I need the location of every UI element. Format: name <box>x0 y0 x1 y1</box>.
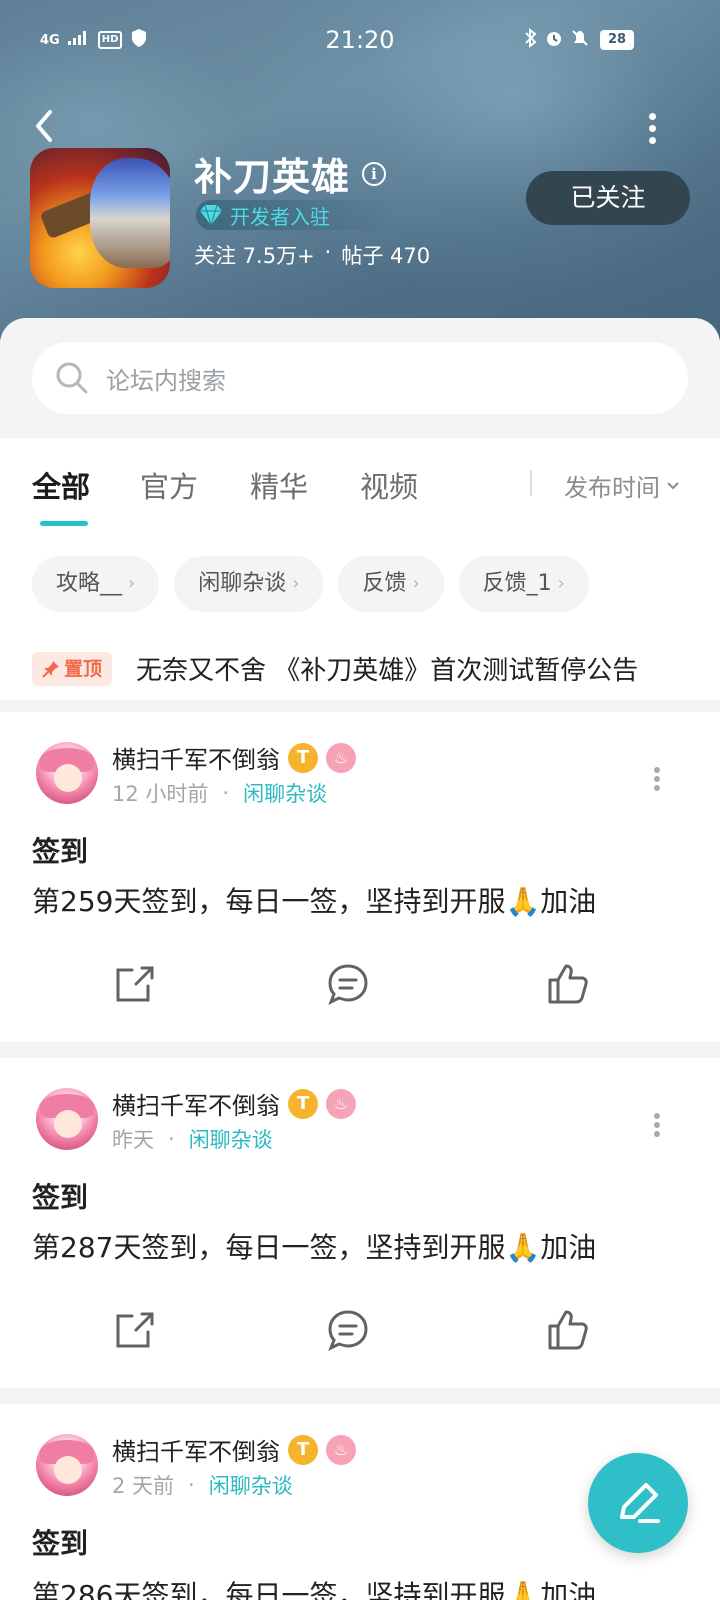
back-button[interactable] <box>28 106 62 146</box>
tab-all[interactable]: 全部 <box>32 464 90 506</box>
stats-separator: · <box>324 240 332 264</box>
compose-post-button[interactable] <box>588 1453 688 1553</box>
mute-bell-icon <box>570 28 590 53</box>
post-actions <box>0 962 720 1012</box>
level-badge-icon: T <box>288 1088 318 1119</box>
battery-level: 28 <box>600 30 634 50</box>
comment-icon <box>328 964 368 1006</box>
back-arrow-icon <box>36 110 52 142</box>
search-placeholder: 论坛内搜索 <box>106 366 226 395</box>
avatar[interactable] <box>36 742 98 804</box>
post-title: 签到 <box>32 1527 89 1560</box>
forum-title: 补刀英雄 <box>194 155 351 199</box>
bluetooth-icon <box>524 27 538 53</box>
pinned-badge-label: 置顶 <box>64 657 103 680</box>
chip-label: 反馈 <box>362 571 407 596</box>
meta-separator: · <box>168 1127 175 1151</box>
share-button[interactable] <box>112 962 156 1006</box>
post-title: 签到 <box>32 835 89 868</box>
developer-badge[interactable]: 开发者入驻 <box>196 200 396 230</box>
chevron-down-icon <box>667 481 679 489</box>
like-button[interactable] <box>546 962 590 1006</box>
avatar[interactable] <box>36 1088 98 1150</box>
tab-video[interactable]: 视频 <box>360 464 418 506</box>
post-more-button[interactable] <box>652 764 662 794</box>
divider <box>530 470 532 496</box>
chip-feedback-1[interactable]: 反馈_1 › <box>458 556 589 612</box>
pinned-post[interactable]: 置顶 无奈又不舍 《补刀英雄》首次测试暂停公告 <box>32 650 712 687</box>
comment-button[interactable] <box>326 962 370 1006</box>
chip-label: 闲聊杂谈 <box>198 571 287 596</box>
post-card[interactable]: 横扫千军不倒翁 T ♨ 昨天 · 闲聊杂谈 签到 第287天签到，每日一签，坚持… <box>0 1058 720 1388</box>
info-icon[interactable]: i <box>362 161 387 186</box>
chip-guides[interactable]: 攻略__ › <box>32 556 160 612</box>
search-icon <box>56 362 88 394</box>
followers-count: 关注 7.5万+ <box>194 244 315 268</box>
post-more-button[interactable] <box>652 1110 662 1140</box>
post-time: 2 天前 <box>112 1474 175 1498</box>
share-icon <box>116 1312 154 1348</box>
chevron-right-icon: › <box>557 573 565 594</box>
chip-label: 攻略__ <box>56 571 123 596</box>
thumbs-up-icon <box>548 964 588 1004</box>
follow-button[interactable]: 已关注 <box>526 171 690 225</box>
tab-featured[interactable]: 精华 <box>250 464 308 506</box>
post-card[interactable]: 横扫千军不倒翁 T ♨ 12 小时前 · 闲聊杂谈 签到 第259天签到，每日一… <box>0 712 720 1042</box>
status-bar: 4G HD 21:20 28 <box>0 22 720 62</box>
level-badge-icon: T <box>288 742 318 773</box>
author-name[interactable]: 横扫千军不倒翁 <box>112 1432 280 1467</box>
game-icon <box>30 148 170 288</box>
forum-stats: 关注 7.5万+ · 帖子 470 <box>194 240 430 270</box>
flame-badge-icon: ♨ <box>326 1088 356 1119</box>
thumbs-up-icon <box>548 1310 588 1350</box>
sort-label: 发布时间 <box>564 474 660 502</box>
sort-dropdown[interactable]: 发布时间 <box>564 468 680 503</box>
like-button[interactable] <box>546 1308 590 1352</box>
author-name[interactable]: 横扫千军不倒翁 <box>112 740 280 775</box>
active-tab-indicator <box>40 521 88 526</box>
search-input[interactable]: 论坛内搜索 <box>32 342 688 414</box>
comment-button[interactable] <box>326 1308 370 1352</box>
diamond-icon <box>200 204 222 226</box>
category-chips: 攻略__ › 闲聊杂谈 › 反馈 › 反馈_1 › <box>32 556 589 612</box>
more-options-button[interactable] <box>632 108 672 148</box>
level-badge-icon: T <box>288 1434 318 1465</box>
avatar[interactable] <box>36 1434 98 1496</box>
pinned-title: 无奈又不舍 《补刀英雄》首次测试暂停公告 <box>136 656 639 686</box>
pin-icon <box>42 660 59 678</box>
tab-official[interactable]: 官方 <box>140 464 198 506</box>
post-category[interactable]: 闲聊杂谈 <box>243 778 327 808</box>
alarm-icon <box>544 28 564 53</box>
meta-separator: · <box>222 781 230 805</box>
post-category[interactable]: 闲聊杂谈 <box>209 1470 293 1500</box>
share-button[interactable] <box>112 1308 156 1352</box>
flame-badge-icon: ♨ <box>326 742 356 773</box>
battery-icon: 28 <box>600 30 634 50</box>
post-body: 第287天签到，每日一签，坚持到开服🙏加油 <box>32 1231 597 1264</box>
author-name[interactable]: 横扫千军不倒翁 <box>112 1086 280 1121</box>
post-title: 签到 <box>32 1181 89 1214</box>
tabs-area: 全部 官方 精华 视频 发布时间 攻略__ › 闲聊杂谈 › 反馈 › 反馈_1 › 置… <box>0 438 720 700</box>
chevron-right-icon: › <box>292 573 300 594</box>
chip-label: 反馈_1 <box>482 571 552 596</box>
meta-separator: · <box>188 1473 195 1497</box>
post-time: 12 小时前 <box>112 782 209 806</box>
post-category[interactable]: 闲聊杂谈 <box>189 1124 273 1154</box>
chip-chat[interactable]: 闲聊杂谈 › <box>174 556 324 612</box>
pinned-badge: 置顶 <box>32 651 113 686</box>
chevron-right-icon: › <box>128 573 136 594</box>
post-time: 昨天 <box>112 1128 154 1152</box>
chevron-right-icon: › <box>412 573 420 594</box>
posts-count: 帖子 470 <box>341 244 431 268</box>
comment-icon <box>328 1310 368 1352</box>
post-actions <box>0 1308 720 1358</box>
developer-badge-label: 开发者入驻 <box>230 204 330 229</box>
chip-feedback[interactable]: 反馈 › <box>338 556 444 612</box>
pen-icon <box>620 1483 660 1523</box>
share-icon <box>116 966 154 1002</box>
post-body: 第259天签到，每日一签，坚持到开服🙏加油 <box>32 885 597 918</box>
post-body: 第286天签到，每日一签，坚持到开服🙏加油 <box>32 1579 597 1600</box>
flame-badge-icon: ♨ <box>326 1434 356 1465</box>
